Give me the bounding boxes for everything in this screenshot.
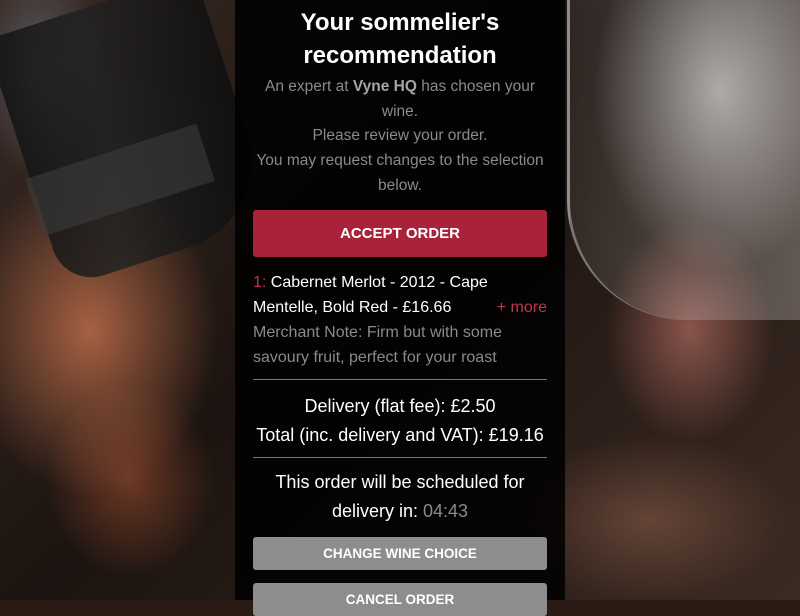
wine-item-description: Cabernet Merlot - 2012 - Cape Mentelle, … (253, 274, 488, 316)
more-link[interactable]: + more (497, 295, 547, 320)
divider (253, 457, 547, 458)
change-wine-button[interactable]: Change wine choice (253, 537, 547, 570)
intro-changes: You may request changes to the selection… (256, 152, 544, 194)
schedule-text: This order will be scheduled for deliver… (253, 468, 547, 526)
merchant-note: Merchant Note: Firm but with some savour… (253, 324, 502, 366)
divider (253, 379, 547, 380)
delivery-fee: Delivery (flat fee): £2.50 (304, 396, 496, 416)
order-total: Total (inc. delivery and VAT): £19.16 (256, 425, 544, 445)
countdown-timer: 04:43 (423, 501, 469, 521)
wine-item: 1: Cabernet Merlot - 2012 - Cape Mentell… (253, 270, 547, 320)
fees-summary: Delivery (flat fee): £2.50 Total (inc. d… (253, 392, 547, 450)
page-title: Your sommelier's recommendation (300, 9, 500, 69)
intro-review: Please review your order. (312, 127, 488, 145)
intro-prefix: An expert at (265, 78, 353, 95)
intro-text: An expert at Vyne HQ has chosen your win… (253, 75, 547, 199)
merchant-name: Vyne HQ (352, 78, 417, 95)
schedule-label: This order will be scheduled for deliver… (275, 472, 525, 521)
accept-order-button[interactable]: Accept order (253, 210, 547, 257)
order-panel: Your sommelier's recommendation An exper… (235, 0, 565, 616)
wine-item-number: 1: (253, 274, 267, 291)
wine-glass-image (567, 0, 800, 320)
